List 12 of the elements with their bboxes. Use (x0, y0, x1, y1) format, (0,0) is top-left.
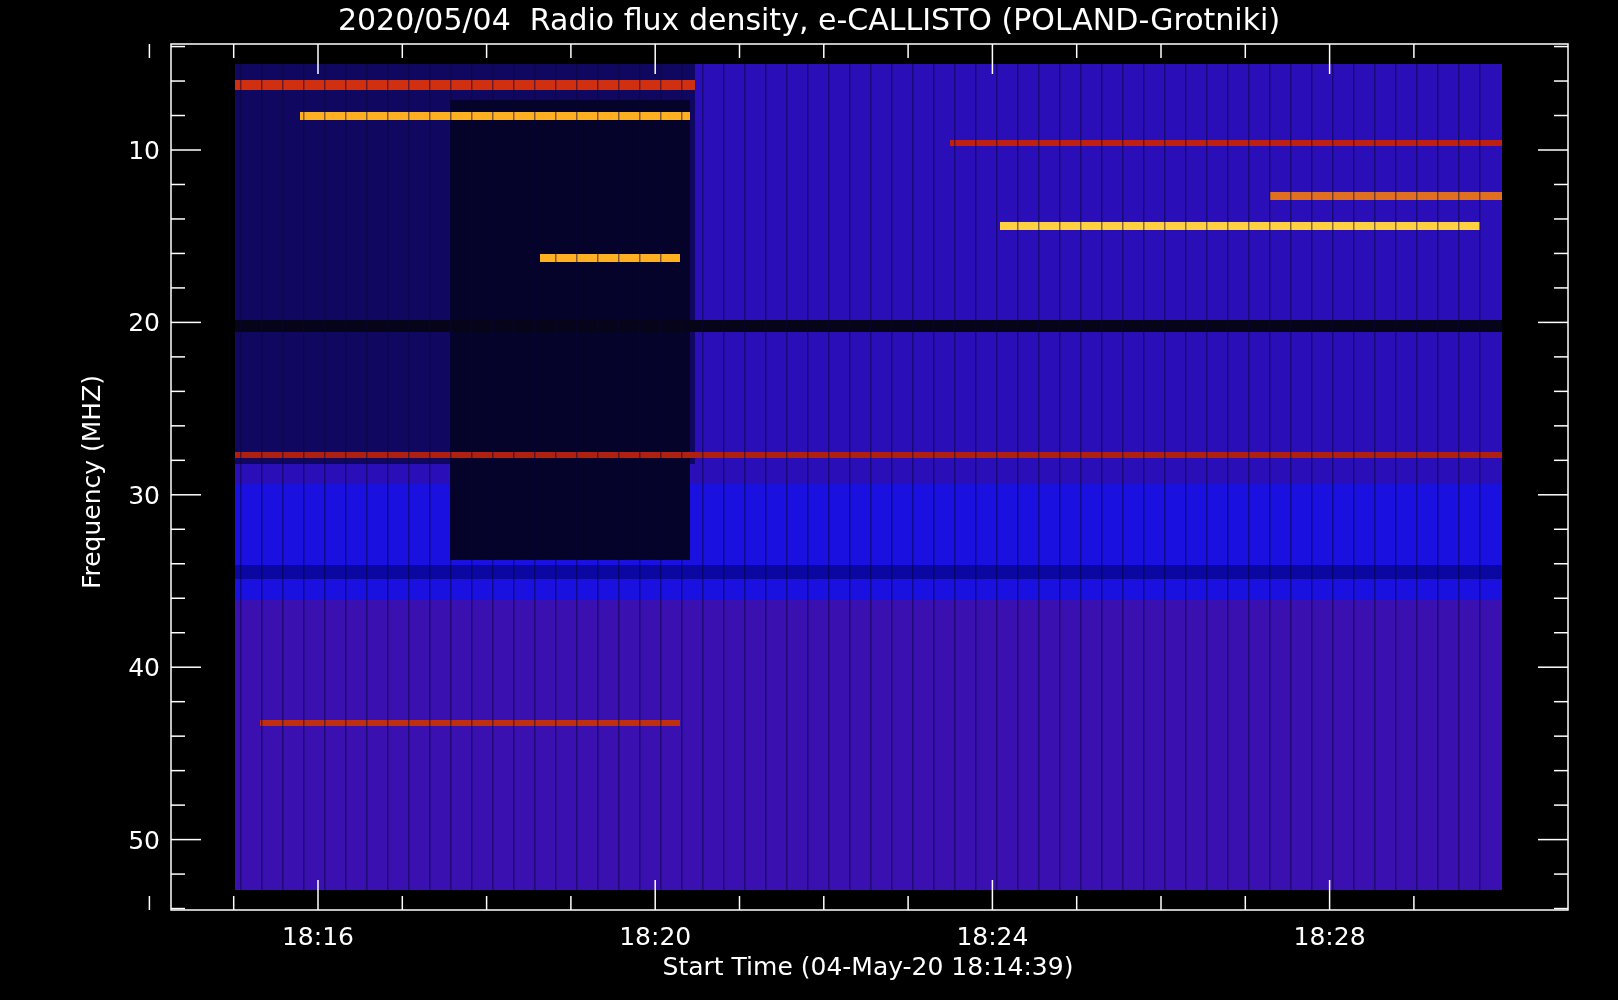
y-tick-label: 30 (128, 480, 160, 510)
x-tick-label: 18:20 (619, 922, 692, 951)
y-tick-label: 50 (128, 825, 160, 855)
y-tick-label: 40 (128, 653, 160, 683)
chart-title: 2020/05/04 Radio flux density, e-CALLISTO (POLAND-Grotniki) (337, 2, 1281, 37)
x-axis-title: Start Time (04-May-20 18:14:39) (662, 952, 1074, 981)
y-axis-title: Frequency (MHZ) (77, 374, 106, 590)
x-tick-label: 18:24 (956, 922, 1029, 951)
y-tick-label: 20 (128, 308, 160, 338)
y-tick-label: 10 (128, 136, 160, 165)
x-tick-label: 18:16 (282, 922, 354, 951)
x-tick-label: 18:28 (1293, 922, 1366, 951)
